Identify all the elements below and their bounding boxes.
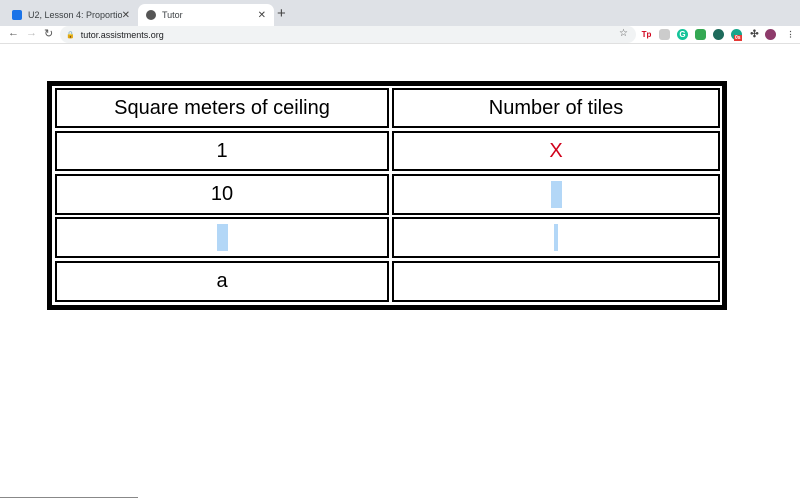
table-cell: 1 [55, 131, 389, 171]
extension-badge-icon[interactable]: 0s [731, 29, 742, 41]
tab-bar: U2, Lesson 4: Proportional Rel ✕ Tutor ✕… [0, 0, 800, 26]
selection-highlight [554, 224, 558, 251]
table-cell-input[interactable] [55, 217, 389, 258]
forward-icon[interactable]: → [26, 27, 37, 39]
tp-icon[interactable]: Tp [641, 29, 652, 40]
tab-title: Tutor [162, 10, 183, 20]
selection-highlight [550, 181, 562, 208]
ratio-table: Square meters of ceiling Number of tiles… [47, 81, 727, 310]
back-icon[interactable]: ← [8, 27, 19, 39]
grammarly-icon[interactable]: G [677, 29, 688, 40]
table-cell-input[interactable] [392, 261, 720, 302]
extension-gray-icon[interactable] [659, 29, 670, 40]
table-cell: a [55, 261, 389, 302]
header-cell: Square meters of ceiling [55, 88, 389, 128]
menu-icon[interactable]: ⋮ [785, 29, 796, 40]
puzzle-icon[interactable]: ✣ [749, 29, 760, 40]
close-tab-icon[interactable]: ✕ [122, 10, 130, 21]
bookmark-star-icon[interactable]: ☆ [619, 28, 628, 39]
new-tab-button[interactable]: + [277, 5, 286, 22]
scrollbar[interactable] [0, 497, 138, 498]
address-bar[interactable]: 🔒 tutor.assistments.org ☆ [60, 26, 636, 43]
table-cell-input[interactable] [392, 217, 720, 258]
globe-icon [146, 10, 156, 20]
lock-icon: 🔒 [66, 31, 75, 39]
reload-icon[interactable]: ↻ [44, 27, 53, 40]
url-text: tutor.assistments.org [80, 29, 164, 40]
classroom-favicon-icon [12, 10, 22, 20]
header-cell: Number of tiles [392, 88, 720, 128]
tab-tutor[interactable]: Tutor ✕ [138, 4, 274, 26]
profile-avatar[interactable] [765, 29, 776, 40]
table-cell-x: X [392, 131, 720, 171]
close-tab-icon[interactable]: ✕ [258, 10, 266, 21]
selection-highlight [216, 224, 228, 251]
table-cell-input[interactable] [392, 174, 720, 215]
tab-lesson[interactable]: U2, Lesson 4: Proportional Rel ✕ [4, 4, 138, 26]
badge: 0s [734, 35, 742, 41]
sheets-icon[interactable] [695, 29, 706, 40]
table-cell: 10 [55, 174, 389, 215]
location-pin-icon[interactable] [713, 29, 724, 40]
tab-title: U2, Lesson 4: Proportional Rel [28, 10, 122, 20]
